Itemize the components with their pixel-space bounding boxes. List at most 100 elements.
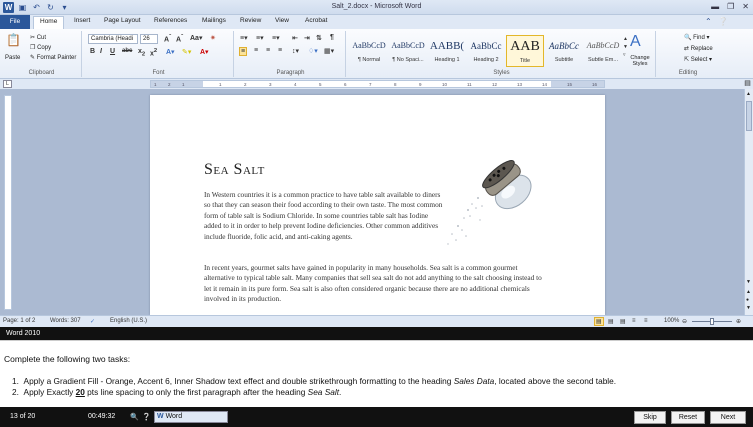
align-right-icon[interactable]: ≡ xyxy=(266,47,270,54)
replace-button[interactable]: ⇄ Replace xyxy=(684,45,713,52)
restore-icon[interactable]: ❐ xyxy=(727,2,734,11)
web-layout-icon[interactable]: ▤ xyxy=(620,318,626,325)
proofing-icon[interactable]: ✓ xyxy=(90,318,95,325)
next-page-icon[interactable]: ▼ xyxy=(746,305,751,311)
full-screen-reading-icon[interactable]: ▤ xyxy=(608,318,614,325)
next-button[interactable]: Next xyxy=(710,411,746,424)
shading-icon[interactable]: ♢▾ xyxy=(308,47,318,55)
document-heading[interactable]: Sea Salt xyxy=(204,161,265,179)
salt-shaker-image[interactable] xyxy=(440,148,550,248)
help-icon[interactable]: ❔ xyxy=(718,17,728,26)
italic-button[interactable]: I xyxy=(100,48,102,55)
reset-button[interactable]: Reset xyxy=(671,411,705,424)
bullets-icon[interactable]: ≡▾ xyxy=(240,34,248,42)
zoom-level[interactable]: 100% xyxy=(664,318,679,324)
line-spacing-icon[interactable]: ↕▾ xyxy=(292,47,299,55)
change-styles-icon[interactable]: A xyxy=(630,33,641,51)
paste-icon[interactable]: 📋 xyxy=(6,33,21,47)
skip-button[interactable]: Skip xyxy=(634,411,666,424)
help-tool-icon[interactable]: ❔ xyxy=(142,413,151,421)
show-formatting-icon[interactable]: ¶ xyxy=(330,34,334,41)
subscript-button[interactable]: x2 xyxy=(138,48,145,57)
style-subtle-emphasis[interactable]: AaBbCcD Subtle Em... xyxy=(584,35,622,67)
scroll-thumb[interactable] xyxy=(746,101,752,131)
view-ruler-icon[interactable]: ▤ xyxy=(743,80,752,88)
tab-mailings[interactable]: Mailings xyxy=(202,17,226,24)
copy-button[interactable]: ❐ Copy xyxy=(30,44,51,51)
superscript-button[interactable]: x2 xyxy=(150,48,157,57)
zoom-out-icon[interactable]: ⊖ xyxy=(682,318,687,325)
draft-icon[interactable]: ≡ xyxy=(644,318,648,324)
shrink-font-button[interactable]: Aˇ xyxy=(176,34,183,43)
ribbon-home: 📋 Paste ✂ Cut ❐ Copy ✎ Format Painter Cl… xyxy=(0,29,753,79)
vertical-scrollbar[interactable]: ▲ ▼ ▲ ● ▼ xyxy=(744,89,753,315)
underline-button[interactable]: U xyxy=(110,48,115,55)
zoom-slider-thumb[interactable] xyxy=(710,318,714,325)
outline-icon[interactable]: ≡ xyxy=(632,318,636,324)
close-icon[interactable]: ✕ xyxy=(742,2,749,11)
taskbar-word-button[interactable]: W Word xyxy=(154,411,228,423)
paragraph-2[interactable]: In recent years, gourmet salts have gain… xyxy=(204,263,550,305)
print-layout-icon[interactable]: ▤ xyxy=(594,317,604,326)
text-effects-button[interactable]: A▾ xyxy=(166,48,175,56)
borders-icon[interactable]: ▦▾ xyxy=(324,47,334,55)
paragraph-group: ≡▾ ≡▾ ≡▾ ⇤ ⇥ ⇅ ¶ ≡ ≡ ≡ ≡ ↕▾ ♢▾ ▦▾ Paragr… xyxy=(236,31,346,77)
page-count[interactable]: Page: 1 of 2 xyxy=(3,318,35,324)
previous-page-icon[interactable]: ▲ xyxy=(746,289,751,295)
font-color-button[interactable]: A▾ xyxy=(200,48,209,56)
style-normal[interactable]: AaBbCcD ¶ Normal xyxy=(350,35,388,67)
paragraph-1[interactable]: In Western countries it is a common prac… xyxy=(204,190,444,242)
scroll-up-icon[interactable]: ▲ xyxy=(746,91,751,97)
tab-insert[interactable]: Insert xyxy=(74,17,90,24)
tab-view[interactable]: View xyxy=(275,17,289,24)
align-center-icon[interactable]: ≡ xyxy=(254,47,258,54)
vertical-ruler[interactable] xyxy=(4,95,12,310)
change-case-button[interactable]: Aa▾ xyxy=(190,34,202,42)
minimize-icon[interactable]: ▬ xyxy=(711,2,719,11)
style-heading-2[interactable]: AaBbCc Heading 2 xyxy=(467,35,505,67)
language-indicator[interactable]: English (U.S.) xyxy=(110,318,147,324)
bold-button[interactable]: B xyxy=(90,48,95,55)
font-size-combo[interactable]: 26 xyxy=(140,34,158,44)
style-title[interactable]: AAB Title xyxy=(506,35,544,67)
increase-indent-icon[interactable]: ⇥ xyxy=(304,34,310,42)
select-icon: ⇱ xyxy=(684,57,690,63)
justify-icon[interactable]: ≡ xyxy=(278,47,282,54)
highlight-button[interactable]: ✎▾ xyxy=(182,48,191,56)
style-subtitle[interactable]: AaBbCc Subtitle xyxy=(545,35,583,67)
left-margin-shade xyxy=(151,81,203,87)
tab-selector-icon[interactable]: L xyxy=(3,80,12,88)
scroll-down-icon[interactable]: ▼ xyxy=(746,279,751,285)
zoom-tool-icon[interactable]: 🔍 xyxy=(130,413,139,421)
grow-font-button[interactable]: Aˆ xyxy=(164,34,171,43)
style-heading-1[interactable]: AABB(Heading 1 xyxy=(428,35,466,67)
horizontal-ruler[interactable]: 121 1 2 3 4 5 6 7 8 9 10 11 12 13 14 15 16 xyxy=(150,80,605,88)
change-styles-button[interactable]: Change Styles xyxy=(628,55,652,67)
style-no-spacing[interactable]: AaBbCcD ¶ No Spaci... xyxy=(389,35,427,67)
numbering-icon[interactable]: ≡▾ xyxy=(256,34,264,42)
align-left-icon[interactable]: ≡ xyxy=(239,47,248,56)
select-button[interactable]: ⇱ Select ▾ xyxy=(684,56,712,63)
find-button[interactable]: 🔍 Find ▾ xyxy=(684,34,710,41)
font-name-combo[interactable]: Cambria (Headi xyxy=(88,34,138,44)
zoom-in-icon[interactable]: ⊕ xyxy=(736,318,741,325)
copy-icon: ❐ xyxy=(30,45,36,51)
word-count[interactable]: Words: 307 xyxy=(50,318,81,324)
sort-icon[interactable]: ⇅ xyxy=(316,34,322,42)
cut-button[interactable]: ✂ Cut xyxy=(30,34,46,41)
tab-page-layout[interactable]: Page Layout xyxy=(104,17,141,24)
tab-review[interactable]: Review xyxy=(240,17,261,24)
tab-acrobat[interactable]: Acrobat xyxy=(305,17,327,24)
clear-formatting-button[interactable]: ✷ xyxy=(210,34,216,42)
multilevel-list-icon[interactable]: ≡▾ xyxy=(272,34,280,42)
decrease-indent-icon[interactable]: ⇤ xyxy=(292,34,298,42)
tab-references[interactable]: References xyxy=(154,17,187,24)
tab-home[interactable]: Home xyxy=(33,16,65,29)
paste-button[interactable]: Paste xyxy=(5,55,20,61)
browse-object-icon[interactable]: ● xyxy=(746,297,749,303)
minimize-ribbon-icon[interactable]: ⌃ xyxy=(705,17,712,26)
styles-group: AaBbCcD ¶ Normal AaBbCcD ¶ No Spaci... AAB… xyxy=(348,31,656,77)
strikethrough-button[interactable]: abc xyxy=(122,48,132,54)
format-painter-button[interactable]: ✎ Format Painter xyxy=(30,54,76,61)
tab-file[interactable]: File xyxy=(0,15,30,29)
